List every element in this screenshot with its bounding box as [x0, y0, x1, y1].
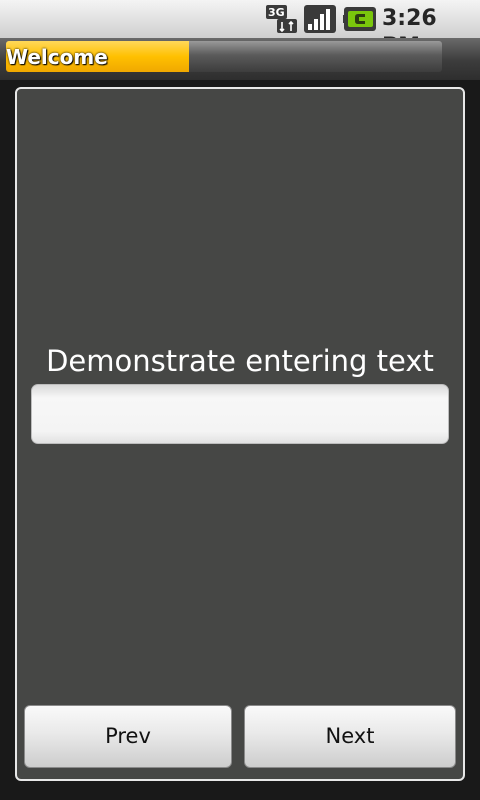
text-input[interactable]	[31, 384, 449, 444]
signal-strength-icon	[304, 5, 336, 33]
title-bar: Welcome	[0, 38, 480, 80]
3g-data-icon: 3G	[266, 5, 297, 33]
next-button[interactable]: Next	[244, 705, 456, 768]
prompt-label: Demonstrate entering text	[46, 344, 434, 378]
svg-text:3G: 3G	[268, 6, 285, 19]
battery-charging-icon	[343, 7, 376, 31]
page-title: Welcome	[6, 45, 108, 69]
prev-button[interactable]: Prev	[24, 705, 232, 768]
status-bar: 3G 3:26 PM	[0, 0, 480, 59]
